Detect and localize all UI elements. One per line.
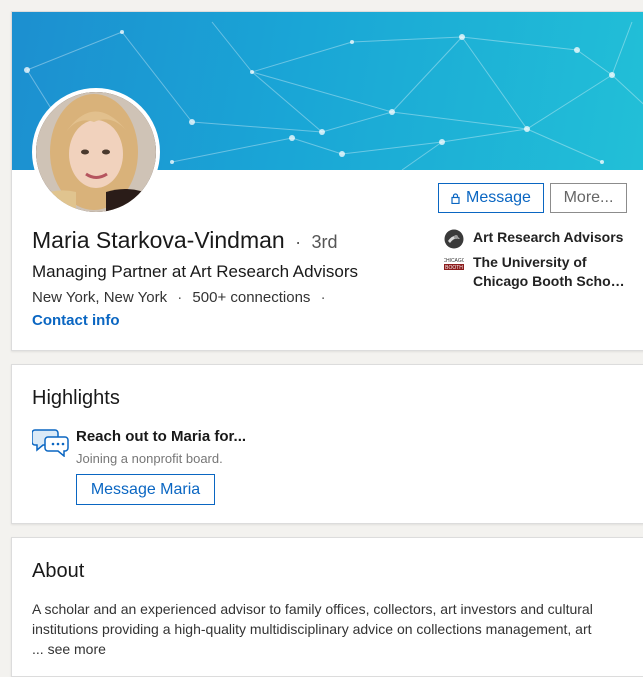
about-title: About <box>32 560 85 582</box>
about-text-line-last: ... see more <box>32 639 632 659</box>
about-text-line: A scholar and an experienced advisor to … <box>32 601 593 617</box>
highlight-subtitle: Joining a nonprofit board. <box>76 451 223 466</box>
message-button[interactable]: Message <box>438 183 544 213</box>
more-button-label: More... <box>563 189 614 206</box>
message-maria-button[interactable]: Message Maria <box>76 474 215 505</box>
profile-card: Maria Starkova-Vindman · 3rd Managing Pa… <box>11 11 643 351</box>
art-research-advisors-logo <box>444 229 464 249</box>
org-name: The University of Chicago Booth School o… <box>473 253 633 291</box>
profile-photo <box>36 92 156 212</box>
avatar[interactable] <box>32 88 160 216</box>
message-button-label: Message <box>466 189 531 206</box>
chicago-logo-text: CHICAGO <box>444 258 464 264</box>
degree-separator: · <box>295 232 302 252</box>
about-ellipsis: ... <box>32 641 48 657</box>
meta-separator: · <box>177 289 183 306</box>
profile-location: New York, New York <box>32 289 168 306</box>
connection-degree: 3rd <box>311 232 338 252</box>
see-more-link[interactable]: see more <box>48 641 106 657</box>
org-name-line2: Chicago Booth School of Business <box>473 273 633 289</box>
profile-headline: Managing Partner at Art Research Advisor… <box>32 262 358 281</box>
about-text-line: institutions providing a high-quality mu… <box>32 621 592 637</box>
org-item-chicago-booth[interactable]: CHICAGO BOOTH The University of Chicago … <box>444 253 643 291</box>
contact-info-link[interactable]: Contact info <box>32 312 120 329</box>
booth-logo-text: BOOTH <box>445 265 463 271</box>
highlight-title: Reach out to Maria for... <box>76 428 247 445</box>
organization-list: Art Research Advisors CHICAGO BOOTH The … <box>444 228 643 295</box>
message-maria-label: Message Maria <box>90 480 201 498</box>
org-name-line1: The University of <box>473 254 587 270</box>
about-text: A scholar and an experienced advisor to … <box>32 599 632 659</box>
speech-bubbles-icon <box>32 429 69 457</box>
lock-icon <box>451 192 460 204</box>
highlights-title: Highlights <box>32 387 120 409</box>
connections-count[interactable]: 500+ connections <box>192 289 310 306</box>
about-card: About A scholar and an experienced advis… <box>11 537 643 677</box>
chicago-booth-logo: CHICAGO BOOTH <box>444 254 464 274</box>
org-name: Art Research Advisors <box>473 229 624 245</box>
profile-name-row: Maria Starkova-Vindman · 3rd <box>32 227 337 254</box>
meta-separator: · <box>320 289 326 306</box>
more-button[interactable]: More... <box>550 183 627 213</box>
highlights-card: Highlights Reach out to Maria for... Joi… <box>11 364 643 524</box>
profile-meta-row: New York, New York · 500+ connections · <box>32 289 332 306</box>
org-item-art-research-advisors[interactable]: Art Research Advisors <box>444 228 643 249</box>
profile-name: Maria Starkova-Vindman <box>32 227 285 253</box>
